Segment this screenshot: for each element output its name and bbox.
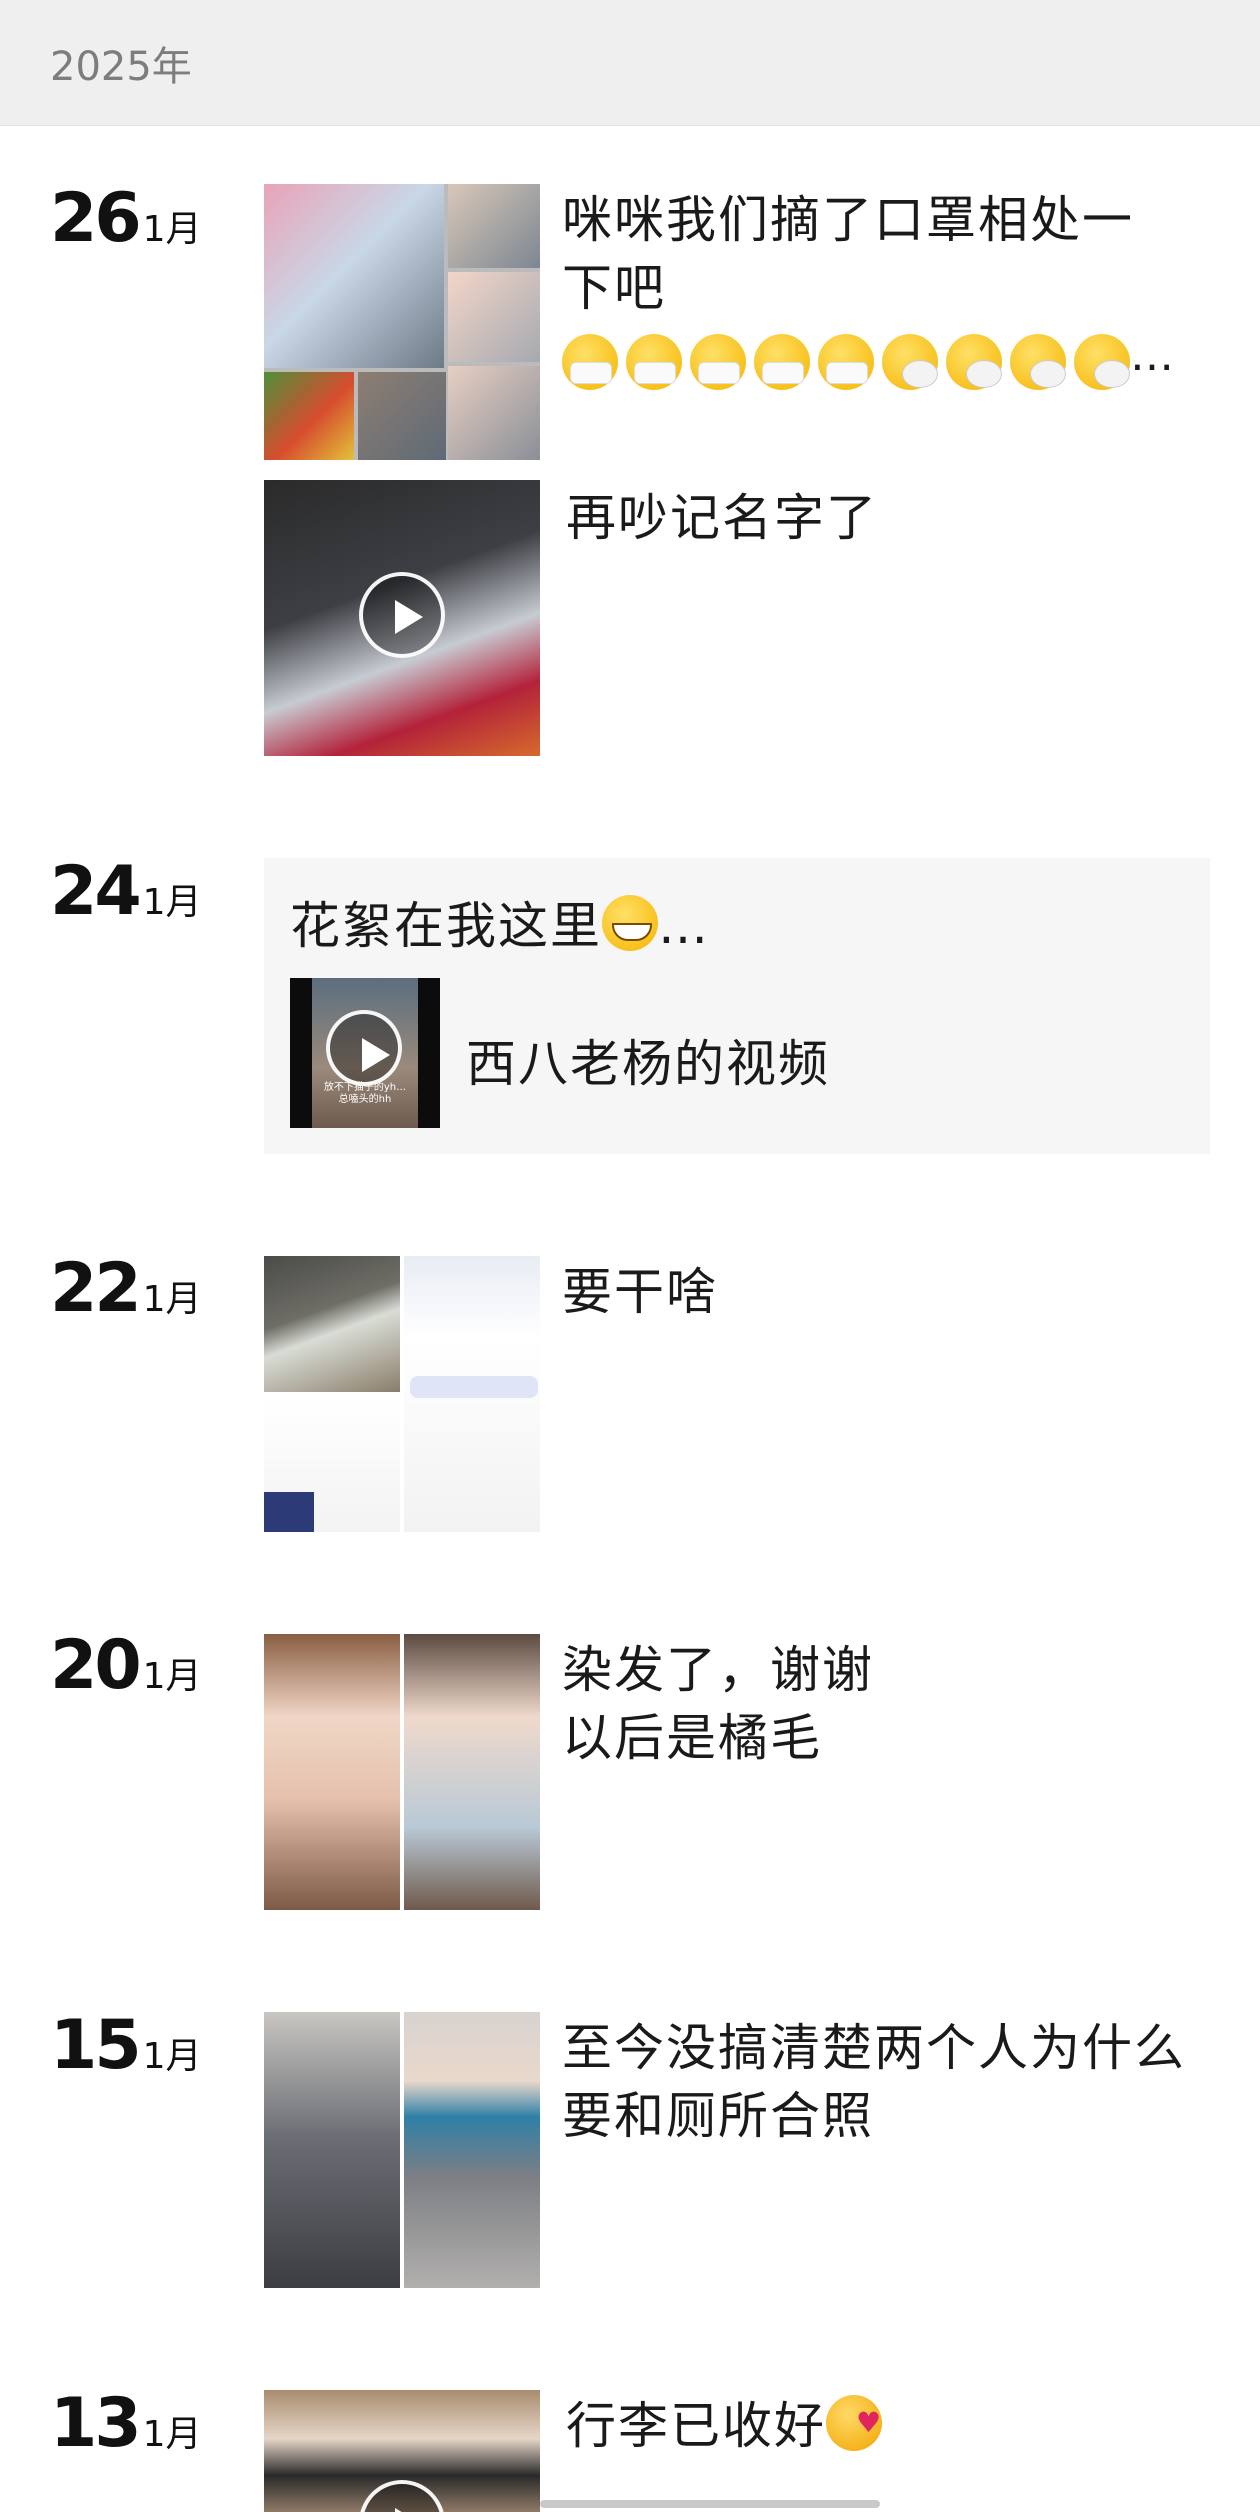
- heart-face-emoji-icon: [826, 2389, 883, 2457]
- thumb-caption: 放不下猫子的yh… 总嗑头的hh: [323, 1082, 407, 1105]
- post-caption-text: 行李已收好: [566, 2397, 826, 2455]
- date-month: 1月: [142, 1279, 202, 1320]
- play-icon[interactable]: [359, 2480, 445, 2512]
- date-month: 1月: [142, 882, 202, 923]
- shared-video-thumbnail[interactable]: 放不下猫子的yh… 总嗑头的hh: [290, 978, 440, 1128]
- year-label: 2025年: [50, 44, 192, 90]
- play-icon[interactable]: [326, 1010, 402, 1086]
- post-date-22: 22 1月: [50, 1255, 202, 1335]
- share-label: 西八老杨的视频: [466, 1035, 830, 1093]
- year-header: 2025年: [0, 0, 1260, 126]
- date-month: 1月: [142, 2036, 202, 2077]
- post-caption: 至今没搞清楚两个人为什么 要和厕所合照: [562, 2019, 1186, 2145]
- date-day: 22: [50, 1249, 142, 1328]
- scroll-indicator[interactable]: [540, 2500, 880, 2508]
- grin-emoji-icon: [602, 895, 658, 951]
- video-thumbnail[interactable]: [264, 2390, 540, 2512]
- post-caption: 咪咪我们摘了口罩相处一 下吧: [562, 191, 1134, 317]
- sneeze-emoji-icon: [1074, 334, 1130, 390]
- truncation-ellipsis: …: [658, 897, 710, 955]
- photo-grid-thumbnail[interactable]: [264, 1256, 540, 1532]
- post-caption: 要干啥: [562, 1263, 718, 1321]
- photo-grid-thumbnail[interactable]: [264, 184, 540, 460]
- date-day: 20: [50, 1626, 142, 1705]
- mask-emoji-icon: [754, 334, 810, 390]
- date-month: 1月: [142, 209, 202, 250]
- date-month: 1月: [142, 1656, 202, 1697]
- mask-emoji-icon: [690, 334, 746, 390]
- date-month: 1月: [142, 2414, 202, 2455]
- post-date-26: 26 1月: [50, 185, 202, 265]
- truncation-ellipsis: …: [1130, 330, 1174, 381]
- date-day: 15: [50, 2006, 142, 2085]
- sneeze-emoji-icon: [1010, 334, 1066, 390]
- post-date-24: 24 1月: [50, 858, 202, 938]
- sneeze-emoji-icon: [946, 334, 1002, 390]
- mask-emoji-icon: [626, 334, 682, 390]
- date-day: 13: [50, 2384, 142, 2463]
- post-caption: 再吵记名字了: [566, 489, 878, 547]
- post-caption: 染发了，谢谢 以后是橘毛: [562, 1641, 874, 1767]
- video-thumbnail[interactable]: [264, 480, 540, 756]
- mask-emoji-icon: [818, 334, 874, 390]
- date-day: 24: [50, 852, 142, 931]
- post-caption: 行李已收好: [566, 2389, 1206, 2460]
- play-icon[interactable]: [359, 572, 445, 658]
- share-title: 花絮在我这里 …: [290, 886, 710, 958]
- mask-emoji-icon: [562, 334, 618, 390]
- share-title-text: 花絮在我这里: [290, 897, 602, 955]
- date-day: 26: [50, 179, 142, 258]
- shared-video-card[interactable]: 花絮在我这里 … 放不下猫子的yh… 总嗑头的hh 西八老杨的视频: [264, 858, 1210, 1154]
- post-date-15: 15 1月: [50, 2012, 202, 2092]
- sneeze-emoji-icon: [882, 334, 938, 390]
- photo-grid-thumbnail[interactable]: [264, 1634, 540, 1910]
- photo-grid-thumbnail[interactable]: [264, 2012, 540, 2288]
- post-date-13: 13 1月: [50, 2390, 202, 2470]
- post-date-20: 20 1月: [50, 1632, 202, 1712]
